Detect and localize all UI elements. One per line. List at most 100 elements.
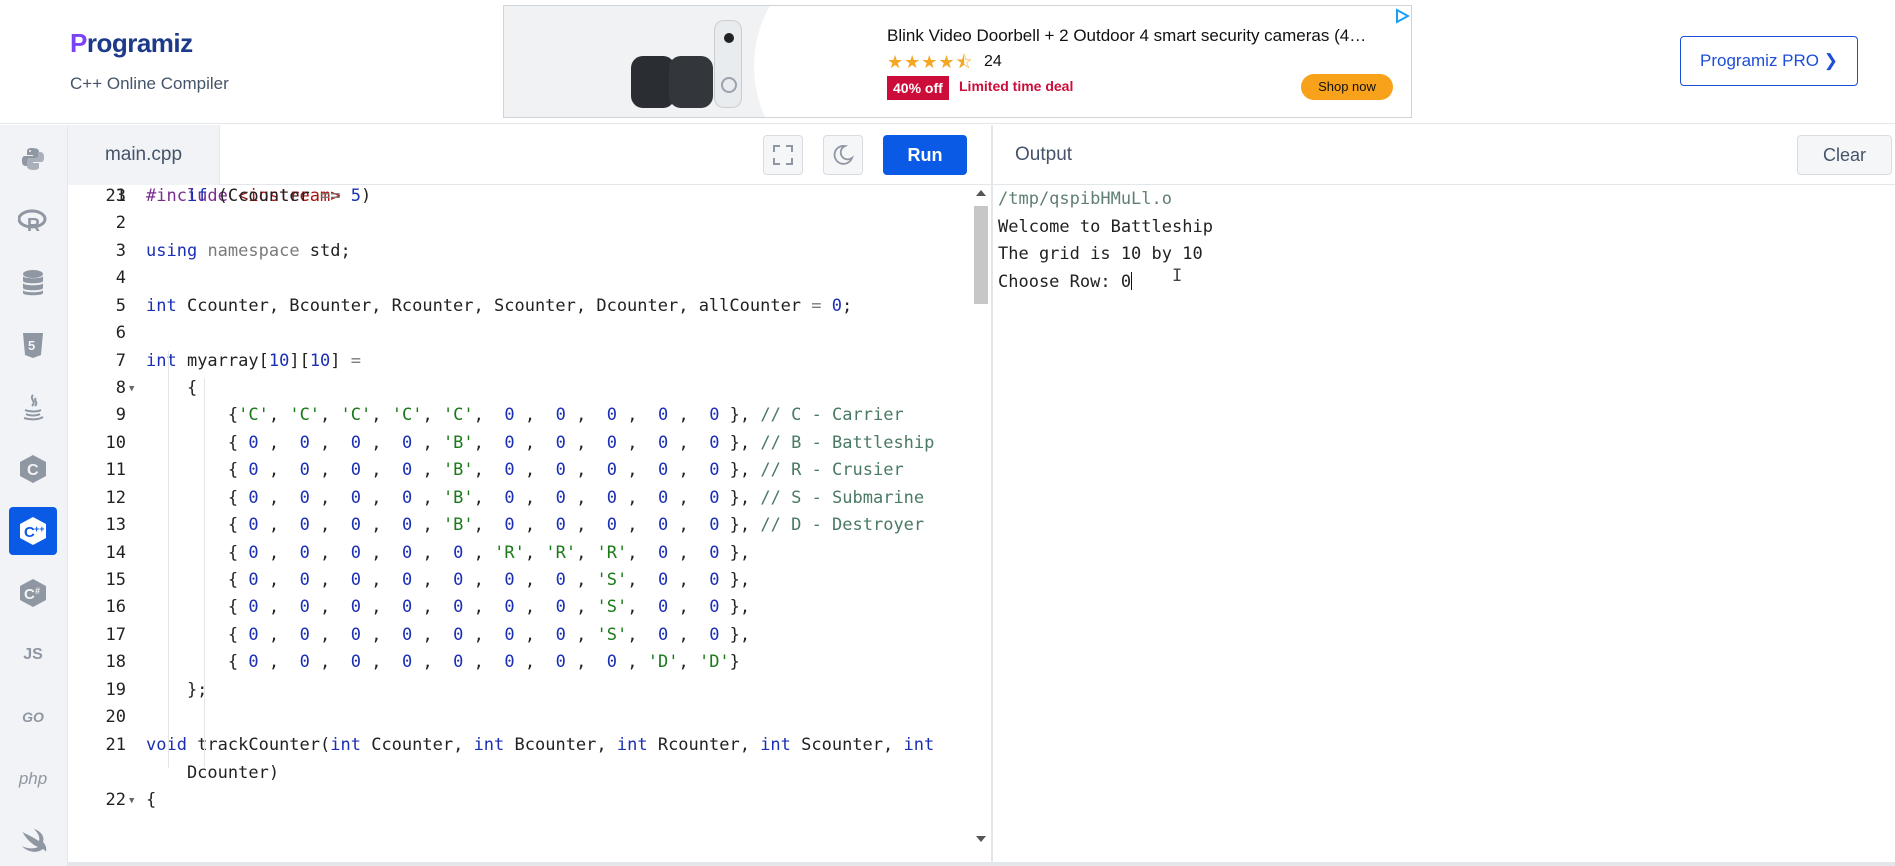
lang-php[interactable]: php: [9, 755, 57, 803]
line-number: 19: [105, 680, 126, 700]
lang-c[interactable]: C: [9, 445, 57, 493]
top-header: Programiz C++ Online Compiler Blink Vide…: [0, 0, 1895, 124]
run-button[interactable]: Run: [883, 135, 967, 175]
console-input[interactable]: 0: [1121, 272, 1131, 292]
code-line[interactable]: Dcounter): [146, 763, 279, 783]
code-line[interactable]: { 0 , 0 , 0 , 0 , 0 , 0 , 0 , 0 , 'D', '…: [146, 652, 740, 672]
line-number: 10: [105, 433, 126, 453]
code-line[interactable]: { 0 , 0 , 0 , 0 , 'B', 0 , 0 , 0 , 0 , 0…: [146, 515, 924, 535]
ad-title[interactable]: Blink Video Doorbell + 2 Outdoor 4 smart…: [887, 26, 1366, 46]
editor-scrollbar[interactable]: [971, 186, 991, 856]
code-line[interactable]: { 0 , 0 , 0 , 0 , 'B', 0 , 0 , 0 , 0 , 0…: [146, 460, 904, 480]
ad-banner[interactable]: Blink Video Doorbell + 2 Outdoor 4 smart…: [503, 5, 1412, 118]
line-number: 5: [115, 296, 126, 316]
moon-icon: [833, 145, 854, 165]
scroll-down-arrow[interactable]: [976, 836, 986, 842]
line-number: 12: [105, 488, 126, 508]
line-number: 13: [105, 515, 126, 535]
line-number: 8: [115, 378, 126, 398]
output-header: Output Clear: [993, 125, 1895, 185]
indent-guide: [204, 378, 205, 767]
theme-toggle-button[interactable]: [823, 135, 863, 175]
lang-swift[interactable]: [9, 817, 57, 865]
adchoices-icon[interactable]: [1394, 8, 1410, 24]
line-number: 20: [105, 707, 126, 727]
code-line[interactable]: {: [146, 790, 156, 810]
fullscreen-icon: [773, 145, 793, 165]
code-line[interactable]: void trackCounter(int Ccounter, int Bcou…: [146, 735, 934, 755]
ibeam-cursor-icon: I: [1172, 266, 1183, 286]
lang-python[interactable]: [9, 135, 57, 183]
code-line[interactable]: if (Ccounter == 5): [146, 186, 371, 206]
code-line[interactable]: {'C', 'C', 'C', 'C', 'C', 0 , 0 , 0 , 0 …: [146, 405, 904, 425]
bottom-border: [68, 862, 1895, 866]
line-number: 9: [115, 405, 126, 425]
editor-toolbar: main.cpp Run: [68, 125, 991, 185]
csharp-icon: C #: [20, 579, 46, 607]
lang-cpp[interactable]: C ++: [9, 507, 57, 555]
language-sidebar: R 5 C C ++ C # JS GO php: [0, 125, 68, 866]
file-tab[interactable]: main.cpp: [68, 125, 220, 185]
r-icon: R: [18, 209, 47, 234]
output-path: /tmp/qspibHMuLl.o: [998, 189, 1172, 209]
svg-text:C: C: [27, 462, 39, 479]
shop-now-button[interactable]: Shop now: [1301, 74, 1393, 100]
output-line: The grid is 10 by 10: [998, 244, 1203, 264]
scrollbar-thumb[interactable]: [974, 206, 988, 304]
ad-deal-text: Limited time deal: [959, 78, 1074, 94]
line-number: 18: [105, 652, 126, 672]
page-subtitle: C++ Online Compiler: [70, 74, 229, 93]
code-editor[interactable]: #include <iostream> using namespace std; i…: [68, 186, 971, 856]
lang-csharp[interactable]: C #: [9, 569, 57, 617]
code-line[interactable]: { 0 , 0 , 0 , 0 , 0 , 0 , 0 , 'S', 0 , 0…: [146, 570, 750, 590]
swift-icon: [22, 829, 47, 852]
doorbell-button: [721, 77, 737, 93]
lang-html[interactable]: 5: [9, 321, 57, 369]
lang-java[interactable]: [9, 383, 57, 431]
line-number: 6: [115, 323, 126, 343]
clear-button[interactable]: Clear: [1797, 135, 1892, 175]
ad-product-image[interactable]: [504, 6, 914, 117]
code-line[interactable]: int Ccounter, Bcounter, Rcounter, Scount…: [146, 296, 852, 316]
lang-go[interactable]: GO: [9, 693, 57, 741]
logo-mark: P: [70, 28, 87, 58]
html5-icon: 5: [23, 333, 43, 358]
line-number: 16: [105, 597, 126, 617]
code-line[interactable]: { 0 , 0 , 0 , 0 , 'B', 0 , 0 , 0 , 0 , 0…: [146, 433, 935, 453]
lang-r[interactable]: R: [9, 197, 57, 245]
output-console[interactable]: /tmp/qspibHMuLl.o Welcome to Battleship …: [993, 186, 1895, 866]
code-line[interactable]: { 0 , 0 , 0 , 0 , 'B', 0 , 0 , 0 , 0 , 0…: [146, 488, 924, 508]
logo-text: rogramiz: [86, 28, 193, 58]
code-line[interactable]: { 0 , 0 , 0 , 0 , 0 , 0 , 0 , 'S', 0 , 0…: [146, 625, 750, 645]
line-number: 4: [115, 268, 126, 288]
doorbell-image: [714, 20, 742, 108]
code-line[interactable]: {: [146, 378, 197, 398]
line-number: 3: [115, 241, 126, 261]
code-line[interactable]: { 0 , 0 , 0 , 0 , 0 , 0 , 0 , 'S', 0 , 0…: [146, 597, 750, 617]
fullscreen-button[interactable]: [763, 135, 803, 175]
c-icon: C: [20, 455, 46, 483]
java-icon: [23, 394, 44, 421]
code-line[interactable]: using namespace std;: [146, 241, 351, 261]
line-number: 15: [105, 570, 126, 590]
camera-image: [669, 56, 713, 108]
svg-text:#: #: [35, 586, 40, 596]
scroll-up-arrow[interactable]: [976, 190, 986, 196]
svg-text:C: C: [24, 586, 35, 603]
code-line[interactable]: int myarray[10][10] =: [146, 351, 361, 371]
output-line: Welcome to Battleship: [998, 217, 1213, 237]
code-line[interactable]: { 0 , 0 , 0 , 0 , 0 , 'R', 'R', 'R', 0 ,…: [146, 543, 750, 563]
svg-text:++: ++: [34, 524, 45, 534]
line-number: 17: [105, 625, 126, 645]
text-caret: [1131, 272, 1133, 290]
python-icon: [22, 148, 44, 170]
fold-arrow-icon[interactable]: ▼: [129, 384, 134, 394]
lang-js[interactable]: JS: [9, 631, 57, 679]
lang-sql[interactable]: [9, 259, 57, 307]
output-prompt-line[interactable]: Choose Row: 0: [998, 272, 1133, 292]
programiz-pro-button[interactable]: Programiz PRO ❯: [1680, 36, 1858, 86]
fold-arrow-icon[interactable]: ▼: [129, 796, 134, 806]
indent-guide: [168, 351, 169, 768]
database-icon: [23, 270, 43, 296]
code-line[interactable]: };: [146, 680, 207, 700]
